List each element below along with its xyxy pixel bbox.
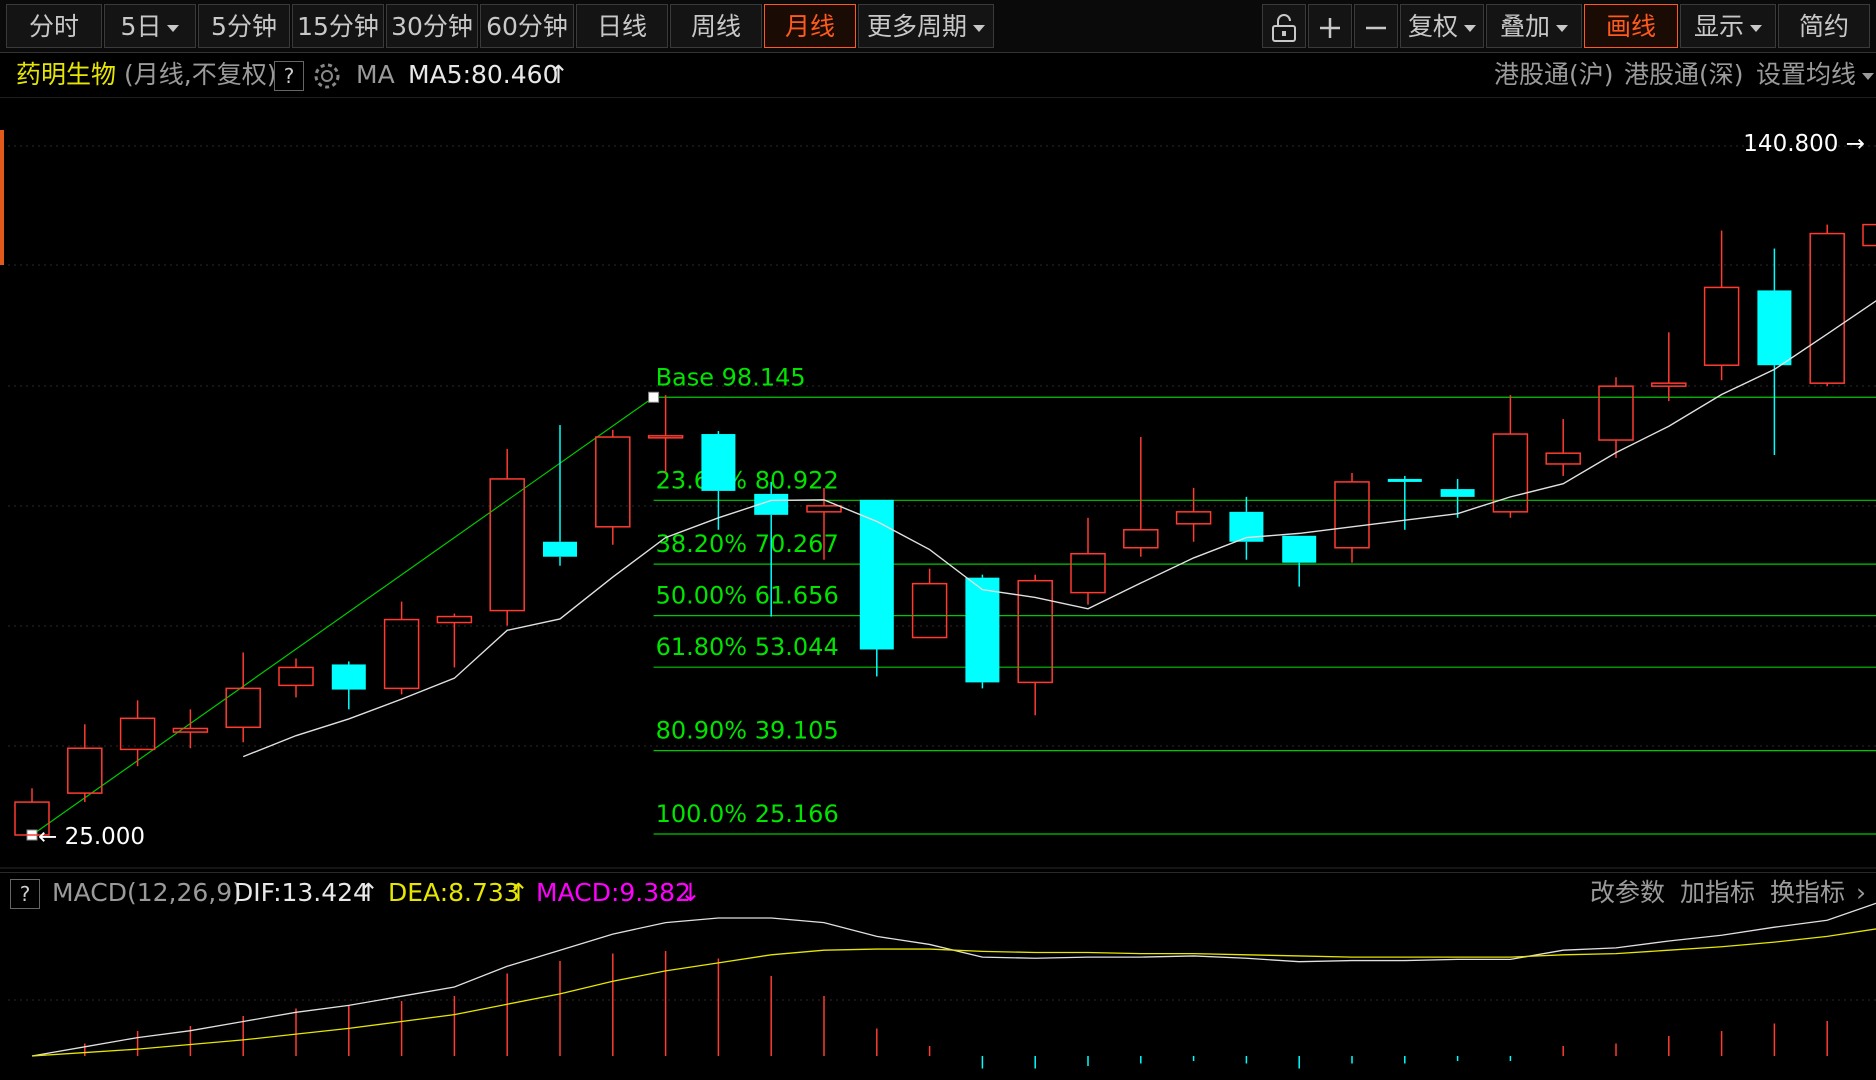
price-chart: Base 98.145 23.60% 80.922 38.20% 70.267 50.… [0, 131, 1876, 1069]
candle-body [1282, 535, 1317, 563]
fib-level-label: 80.90% 39.105 [656, 717, 839, 745]
low-price-label: ← 25.000 [38, 824, 145, 850]
candle-body [595, 436, 631, 528]
candle-body [1175, 511, 1212, 525]
candle-body [859, 499, 894, 650]
candle-body [647, 435, 684, 439]
candle-body [383, 618, 420, 690]
candle-body [278, 666, 314, 687]
fib-level-label: 100.0% 25.166 [656, 800, 839, 828]
candle-body [1387, 478, 1422, 482]
candle-body [1703, 286, 1740, 366]
candle-body [701, 434, 736, 491]
high-price-label: 140.800 → [1743, 131, 1865, 157]
candle-body [1070, 552, 1106, 594]
fib-level-label: 50.00% 61.656 [656, 582, 839, 610]
candle-body [1123, 529, 1159, 549]
candle-body [1809, 232, 1845, 384]
candle-body [489, 478, 525, 612]
candle-body [1440, 489, 1475, 497]
candle-body [119, 717, 156, 751]
macd-dea-line [31, 928, 1876, 1057]
candle-body [172, 727, 209, 733]
candle-body [1651, 382, 1687, 387]
fib-level-label: Base 98.145 [656, 363, 806, 391]
candle-body [1545, 452, 1581, 465]
candle-body [911, 582, 948, 639]
fib-level-label: 38.20% 70.267 [656, 530, 839, 558]
candle-body [965, 577, 1000, 683]
candle-body [543, 541, 577, 557]
candle-body [1598, 385, 1634, 441]
candle-body [806, 505, 842, 513]
ma5-line [242, 300, 1876, 758]
fib-level-label: 23.60% 80.922 [656, 466, 839, 494]
candle-body [1757, 290, 1792, 366]
candle-body [331, 664, 366, 690]
candle-body [67, 747, 103, 794]
fib-level-label: 61.80% 53.044 [656, 633, 839, 661]
fib-anchor-handle [648, 391, 660, 403]
candle-body [1334, 481, 1370, 549]
candle-body [436, 615, 473, 624]
candle-body [1862, 223, 1876, 247]
